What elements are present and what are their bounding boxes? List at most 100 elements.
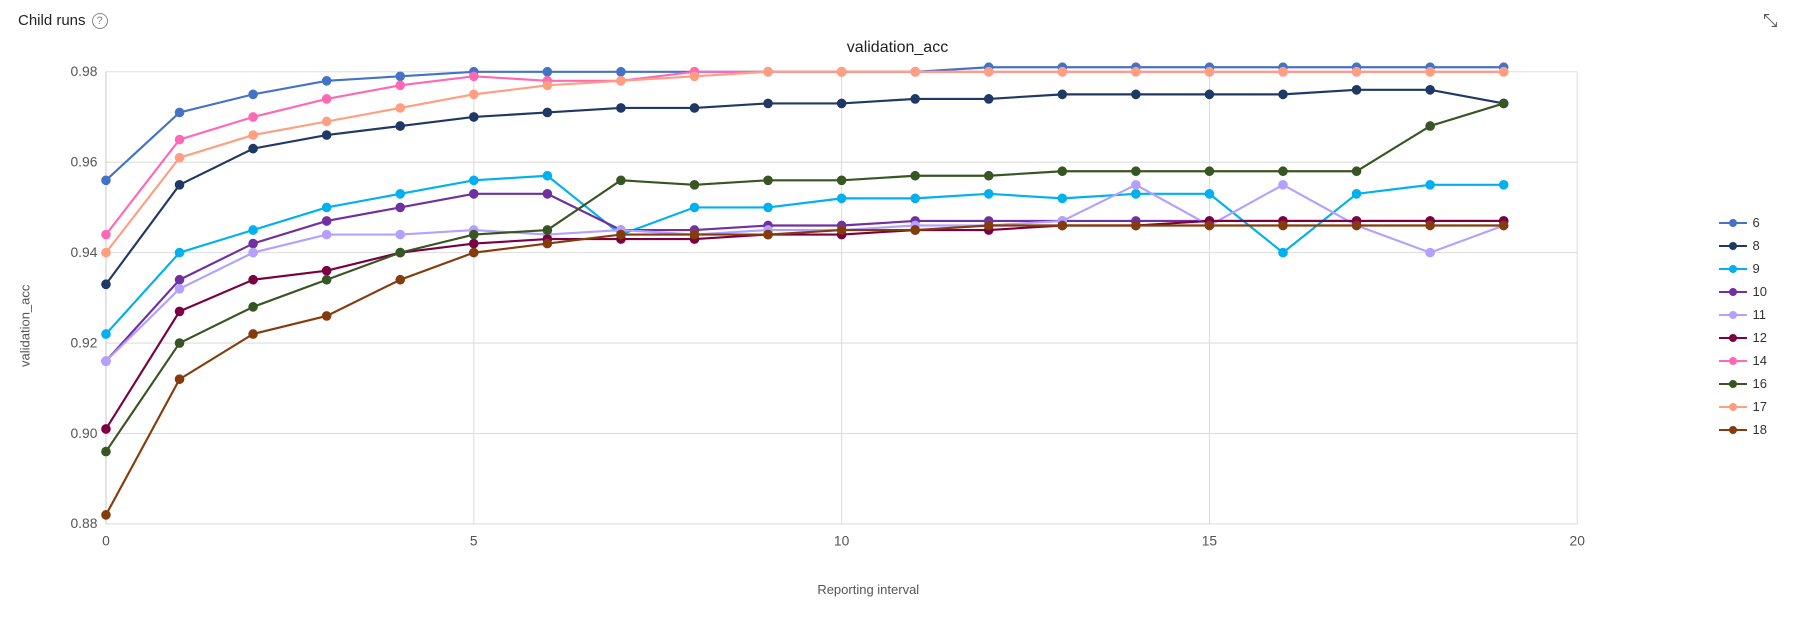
dot-10-5: [470, 190, 479, 199]
dot-8-3: [322, 131, 331, 140]
dot-9-9: [764, 203, 773, 212]
chart-area: validation_acc: [0, 61, 1795, 591]
dot-8-6: [543, 108, 552, 117]
svg-text:0.92: 0.92: [70, 334, 97, 350]
dot-16-4: [396, 248, 405, 257]
dot-6-7: [617, 67, 626, 76]
dot-10-3: [322, 217, 331, 226]
legend-label-6: 6: [1753, 215, 1760, 230]
dot-6-0: [102, 176, 111, 185]
x-axis-label: Reporting interval: [42, 582, 1695, 607]
dot-17-0: [102, 248, 111, 257]
dot-18-2: [249, 330, 258, 339]
dot-8-16: [1279, 90, 1288, 99]
dot-16-14: [1132, 167, 1141, 176]
dot-10-4: [396, 203, 405, 212]
dot-9-18: [1426, 180, 1435, 189]
legend-line-icon-17: [1719, 401, 1747, 413]
dot-10-2: [249, 239, 258, 248]
dot-9-8: [690, 203, 699, 212]
svg-text:0.96: 0.96: [70, 153, 97, 169]
svg-text:0.90: 0.90: [70, 425, 97, 441]
legend: 6 8 9 10 11 12: [1695, 61, 1777, 591]
dot-18-10: [837, 226, 846, 235]
dot-18-6: [543, 239, 552, 248]
dot-16-9: [764, 176, 773, 185]
dot-11-2: [249, 248, 258, 257]
dot-6-3: [322, 77, 331, 86]
legend-line-icon-16: [1719, 378, 1747, 390]
dot-9-19: [1499, 180, 1508, 189]
dot-16-7: [617, 176, 626, 185]
dot-14-4: [396, 81, 405, 90]
dot-18-19: [1499, 221, 1508, 230]
dot-16-13: [1058, 167, 1067, 176]
y-axis-label: validation_acc: [10, 61, 40, 591]
legend-label-11: 11: [1753, 307, 1767, 322]
dot-8-1: [175, 180, 184, 189]
dot-12-0: [102, 425, 111, 434]
dot-17-4: [396, 104, 405, 113]
dot-16-12: [984, 171, 993, 180]
line-18: [106, 225, 1504, 514]
chart-title: validation_acc: [0, 39, 1795, 57]
svg-text:0.94: 0.94: [70, 244, 97, 260]
dot-8-18: [1426, 86, 1435, 95]
dot-12-5: [470, 239, 479, 248]
dot-18-18: [1426, 221, 1435, 230]
dot-18-7: [617, 230, 626, 239]
dot-8-9: [764, 99, 773, 108]
dot-9-0: [102, 330, 111, 339]
dot-17-15: [1205, 67, 1214, 76]
dot-18-1: [175, 375, 184, 384]
dot-14-2: [249, 113, 258, 122]
legend-item-11: 11: [1719, 307, 1767, 322]
dot-18-4: [396, 275, 405, 284]
dot-9-5: [470, 176, 479, 185]
dot-16-1: [175, 339, 184, 348]
dot-18-15: [1205, 221, 1214, 230]
dot-8-17: [1352, 86, 1361, 95]
dot-11-16: [1279, 180, 1288, 189]
legend-item-18: 18: [1719, 422, 1767, 437]
legend-line-icon-12: [1719, 332, 1747, 344]
dot-8-8: [690, 104, 699, 113]
dot-17-17: [1352, 67, 1361, 76]
dot-11-18: [1426, 248, 1435, 257]
dot-17-9: [764, 67, 773, 76]
dot-9-6: [543, 171, 552, 180]
dot-18-3: [322, 312, 331, 321]
dot-9-15: [1205, 190, 1214, 199]
dot-18-9: [764, 230, 773, 239]
dot-8-5: [470, 113, 479, 122]
legend-line-icon-6: [1719, 217, 1747, 229]
dot-8-0: [102, 280, 111, 289]
dot-9-13: [1058, 194, 1067, 203]
svg-text:10: 10: [834, 532, 850, 548]
line-9: [106, 176, 1504, 334]
legend-label-18: 18: [1753, 422, 1767, 437]
dot-16-3: [322, 275, 331, 284]
legend-label-10: 10: [1753, 284, 1767, 299]
legend-item-17: 17: [1719, 399, 1767, 414]
dot-8-13: [1058, 90, 1067, 99]
svg-text:20: 20: [1570, 532, 1586, 548]
dot-9-1: [175, 248, 184, 257]
expand-icon[interactable]: ⤢: [1759, 13, 1780, 27]
svg-text:15: 15: [1202, 532, 1218, 548]
dot-16-17: [1352, 167, 1361, 176]
svg-text:0.88: 0.88: [70, 515, 97, 531]
dot-12-2: [249, 275, 258, 284]
dot-17-8: [690, 72, 699, 81]
dot-6-2: [249, 90, 258, 99]
dot-17-16: [1279, 67, 1288, 76]
chart-with-x: 0.98 0.96 0.94 0.92 0.90 0.88 0 5 10 15 …: [42, 61, 1695, 591]
dot-8-4: [396, 122, 405, 131]
dot-9-12: [984, 190, 993, 199]
dot-17-7: [617, 77, 626, 86]
dot-9-3: [322, 203, 331, 212]
dot-17-6: [543, 81, 552, 90]
dot-16-10: [837, 176, 846, 185]
help-icon[interactable]: ?: [92, 13, 108, 29]
dot-16-15: [1205, 167, 1214, 176]
